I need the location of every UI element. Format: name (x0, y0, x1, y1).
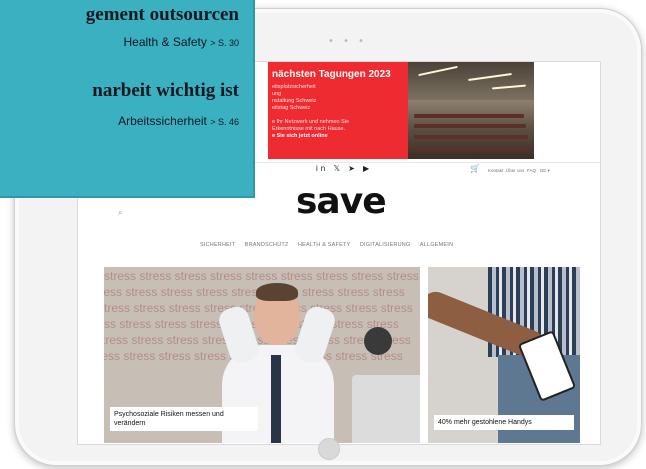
stress-background-text: stress stress stress stress stress stres… (104, 269, 419, 283)
desk-lamp (364, 327, 392, 355)
banner-line: Erkenntnisse mit nach Hause. (272, 126, 346, 132)
conference-room-photo (408, 62, 534, 159)
teaser-page: > S. 30 (210, 38, 239, 48)
teaser-category: Health & Safety > S. 30 (123, 35, 239, 49)
teaser-category-label: Arbeitssicherheit (118, 114, 207, 128)
nav-item-allgemein[interactable]: ALLGEMEIN (420, 242, 453, 248)
nav-item-health-safety[interactable]: HEALTH & SAFETY (298, 242, 350, 248)
banner-line: e Ihr Netzwerk und nehmen Sie (272, 119, 350, 125)
article-card-stress[interactable]: stress stress stress stress stress stres… (104, 267, 420, 443)
article-title[interactable]: 40% mehr gestohlene Handys (434, 415, 574, 430)
social-icons[interactable]: in 𝕏 ➤ ▶ (316, 164, 372, 173)
teaser-category: Arbeitssicherheit > S. 46 (118, 114, 239, 128)
teaser-headline[interactable]: gement outsourcen (86, 4, 239, 26)
nav-item-brandschutz[interactable]: BRANDSCHUTZ (245, 242, 289, 248)
camera-dots: • • • (328, 36, 368, 47)
magazine-teaser-box: gement outsourcen Health & Safety > S. 3… (0, 0, 255, 198)
banner-line: eitstag Schweiz (272, 105, 311, 111)
person-hair (256, 283, 298, 301)
banner-line: ung (272, 91, 282, 97)
laptop (352, 375, 420, 443)
nav-item-digitalisierung[interactable]: DIGITALISIERUNG (360, 242, 411, 248)
teaser-page: > S. 46 (210, 117, 239, 127)
article-title[interactable]: Psychosoziale Risiken messen und verände… (110, 407, 258, 431)
faq-link[interactable]: FAQ (527, 168, 536, 173)
article-card-phones[interactable]: 40% mehr gestohlene Handys (428, 267, 580, 443)
search-icon[interactable]: ⌕ (118, 208, 122, 218)
site-logo[interactable]: save (296, 181, 387, 222)
about-link[interactable]: Über uns (506, 168, 524, 173)
banner-title: nächsten Tagungen 2023 (272, 69, 391, 80)
cart-icon[interactable]: 🛒 (470, 164, 480, 173)
nav-item-sicherheit[interactable]: SICHERHEIT (200, 242, 235, 248)
banner-line: nstaltung Schweiz (272, 98, 317, 104)
contact-link[interactable]: Kontakt (488, 168, 503, 173)
teaser-headline[interactable]: narbeit wichtig ist (92, 80, 239, 102)
main-nav: SICHERHEIT BRANDSCHUTZ HEALTH & SAFETY D… (200, 233, 458, 251)
conference-banner[interactable]: nächsten Tagungen 2023 eitsplatzsicherhe… (268, 62, 408, 159)
language-select[interactable]: DE ▾ (540, 168, 550, 174)
banner-cta[interactable]: e Sie sich jetzt online (272, 133, 328, 139)
person-tie (271, 355, 281, 443)
teaser-category-label: Health & Safety (123, 35, 207, 49)
banner-line: eitsplatzsicherheit (272, 84, 316, 90)
home-button[interactable] (318, 438, 340, 460)
